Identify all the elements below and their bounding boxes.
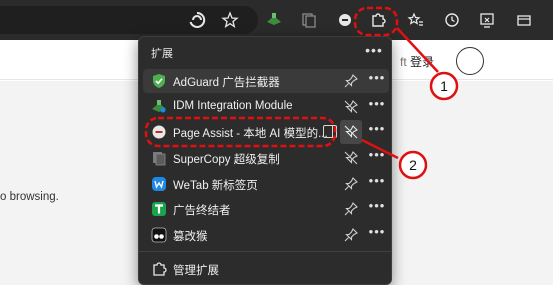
extension-name: AdGuard 广告拦截器 bbox=[173, 77, 280, 89]
favorite-star-icon[interactable] bbox=[218, 8, 242, 32]
unpin-icon[interactable] bbox=[343, 124, 359, 140]
edge-sync-icon[interactable] bbox=[185, 8, 209, 32]
extension-row-adguard[interactable]: AdGuard 广告拦截器 ••• bbox=[143, 69, 389, 93]
extension-more-button[interactable]: ••• bbox=[367, 71, 387, 89]
extension-more-button[interactable]: ••• bbox=[367, 225, 387, 243]
extension-more-button[interactable]: ••• bbox=[367, 199, 387, 217]
profile-avatar[interactable] bbox=[456, 47, 484, 75]
screenshot-icon[interactable] bbox=[475, 8, 499, 32]
panel-more-button[interactable]: ••• bbox=[363, 42, 385, 62]
history-icon[interactable] bbox=[440, 8, 464, 32]
extension-row-supercopy[interactable]: SuperCopy 超级复制 ••• bbox=[143, 146, 389, 170]
extension-name: Page Assist - 本地 AI 模型的... bbox=[173, 128, 328, 140]
login-link[interactable]: ft 登录 bbox=[400, 53, 434, 70]
page-assist-icon[interactable] bbox=[333, 8, 357, 32]
page-assist-icon bbox=[151, 124, 167, 140]
extensions-panel-title: 扩展 bbox=[151, 48, 173, 60]
sidepanel-icon[interactable] bbox=[323, 125, 337, 138]
extension-name: IDM Integration Module bbox=[173, 100, 293, 112]
extension-more-button[interactable]: ••• bbox=[367, 148, 387, 166]
tampermonkey-icon bbox=[151, 227, 167, 243]
extension-name: 广告终结者 bbox=[173, 205, 231, 217]
extension-name: 篡改猴 bbox=[173, 231, 208, 243]
supercopy-icon bbox=[151, 150, 167, 166]
wetab-icon bbox=[151, 176, 167, 192]
extension-row-page-assist[interactable]: Page Assist - 本地 AI 模型的... ••• bbox=[143, 120, 389, 144]
favorites-icon[interactable] bbox=[404, 8, 428, 32]
unpin-icon[interactable] bbox=[343, 99, 359, 115]
pin-icon[interactable] bbox=[343, 201, 359, 217]
extension-row-wetab[interactable]: WeTab 新标签页 ••• bbox=[143, 172, 389, 196]
idm-icon bbox=[151, 99, 167, 115]
extension-more-button[interactable]: ••• bbox=[367, 174, 387, 192]
manage-extensions-label: 管理扩展 bbox=[173, 265, 219, 277]
login-prefix-text: ft bbox=[400, 55, 407, 69]
extensions-puzzle-icon[interactable] bbox=[366, 8, 390, 32]
page-text-fragment: o browsing. bbox=[0, 191, 59, 203]
panel-divider bbox=[139, 251, 391, 252]
adguard-icon bbox=[151, 73, 167, 89]
pin-icon[interactable] bbox=[343, 73, 359, 89]
extensions-puzzle-icon bbox=[151, 261, 167, 277]
manage-extensions-button[interactable]: 管理扩展 bbox=[143, 257, 389, 281]
extensions-panel: 扩展 ••• AdGuard 广告拦截器 ••• IDM Integration… bbox=[138, 36, 392, 285]
extension-more-button[interactable]: ••• bbox=[367, 122, 387, 140]
extension-name: SuperCopy 超级复制 bbox=[173, 154, 280, 166]
copy-extension-icon[interactable] bbox=[297, 8, 321, 32]
ad-terminator-icon bbox=[151, 201, 167, 217]
unpin-icon[interactable] bbox=[343, 150, 359, 166]
extension-more-button[interactable]: ••• bbox=[367, 97, 387, 115]
extension-row-idm[interactable]: IDM Integration Module ••• bbox=[143, 95, 389, 119]
extension-name: WeTab 新标签页 bbox=[173, 180, 258, 192]
settings-more-icon[interactable] bbox=[512, 8, 536, 32]
browser-toolbar bbox=[0, 0, 553, 40]
login-text: 登录 bbox=[410, 55, 435, 69]
pin-icon[interactable] bbox=[343, 227, 359, 243]
extensions-panel-header: 扩展 ••• bbox=[139, 37, 391, 67]
extension-row-ad-terminator[interactable]: 广告终结者 ••• bbox=[143, 197, 389, 221]
pin-icon[interactable] bbox=[343, 176, 359, 192]
extension-row-tampermonkey[interactable]: 篡改猴 ••• bbox=[143, 223, 389, 247]
idm-extension-icon[interactable] bbox=[262, 8, 286, 32]
